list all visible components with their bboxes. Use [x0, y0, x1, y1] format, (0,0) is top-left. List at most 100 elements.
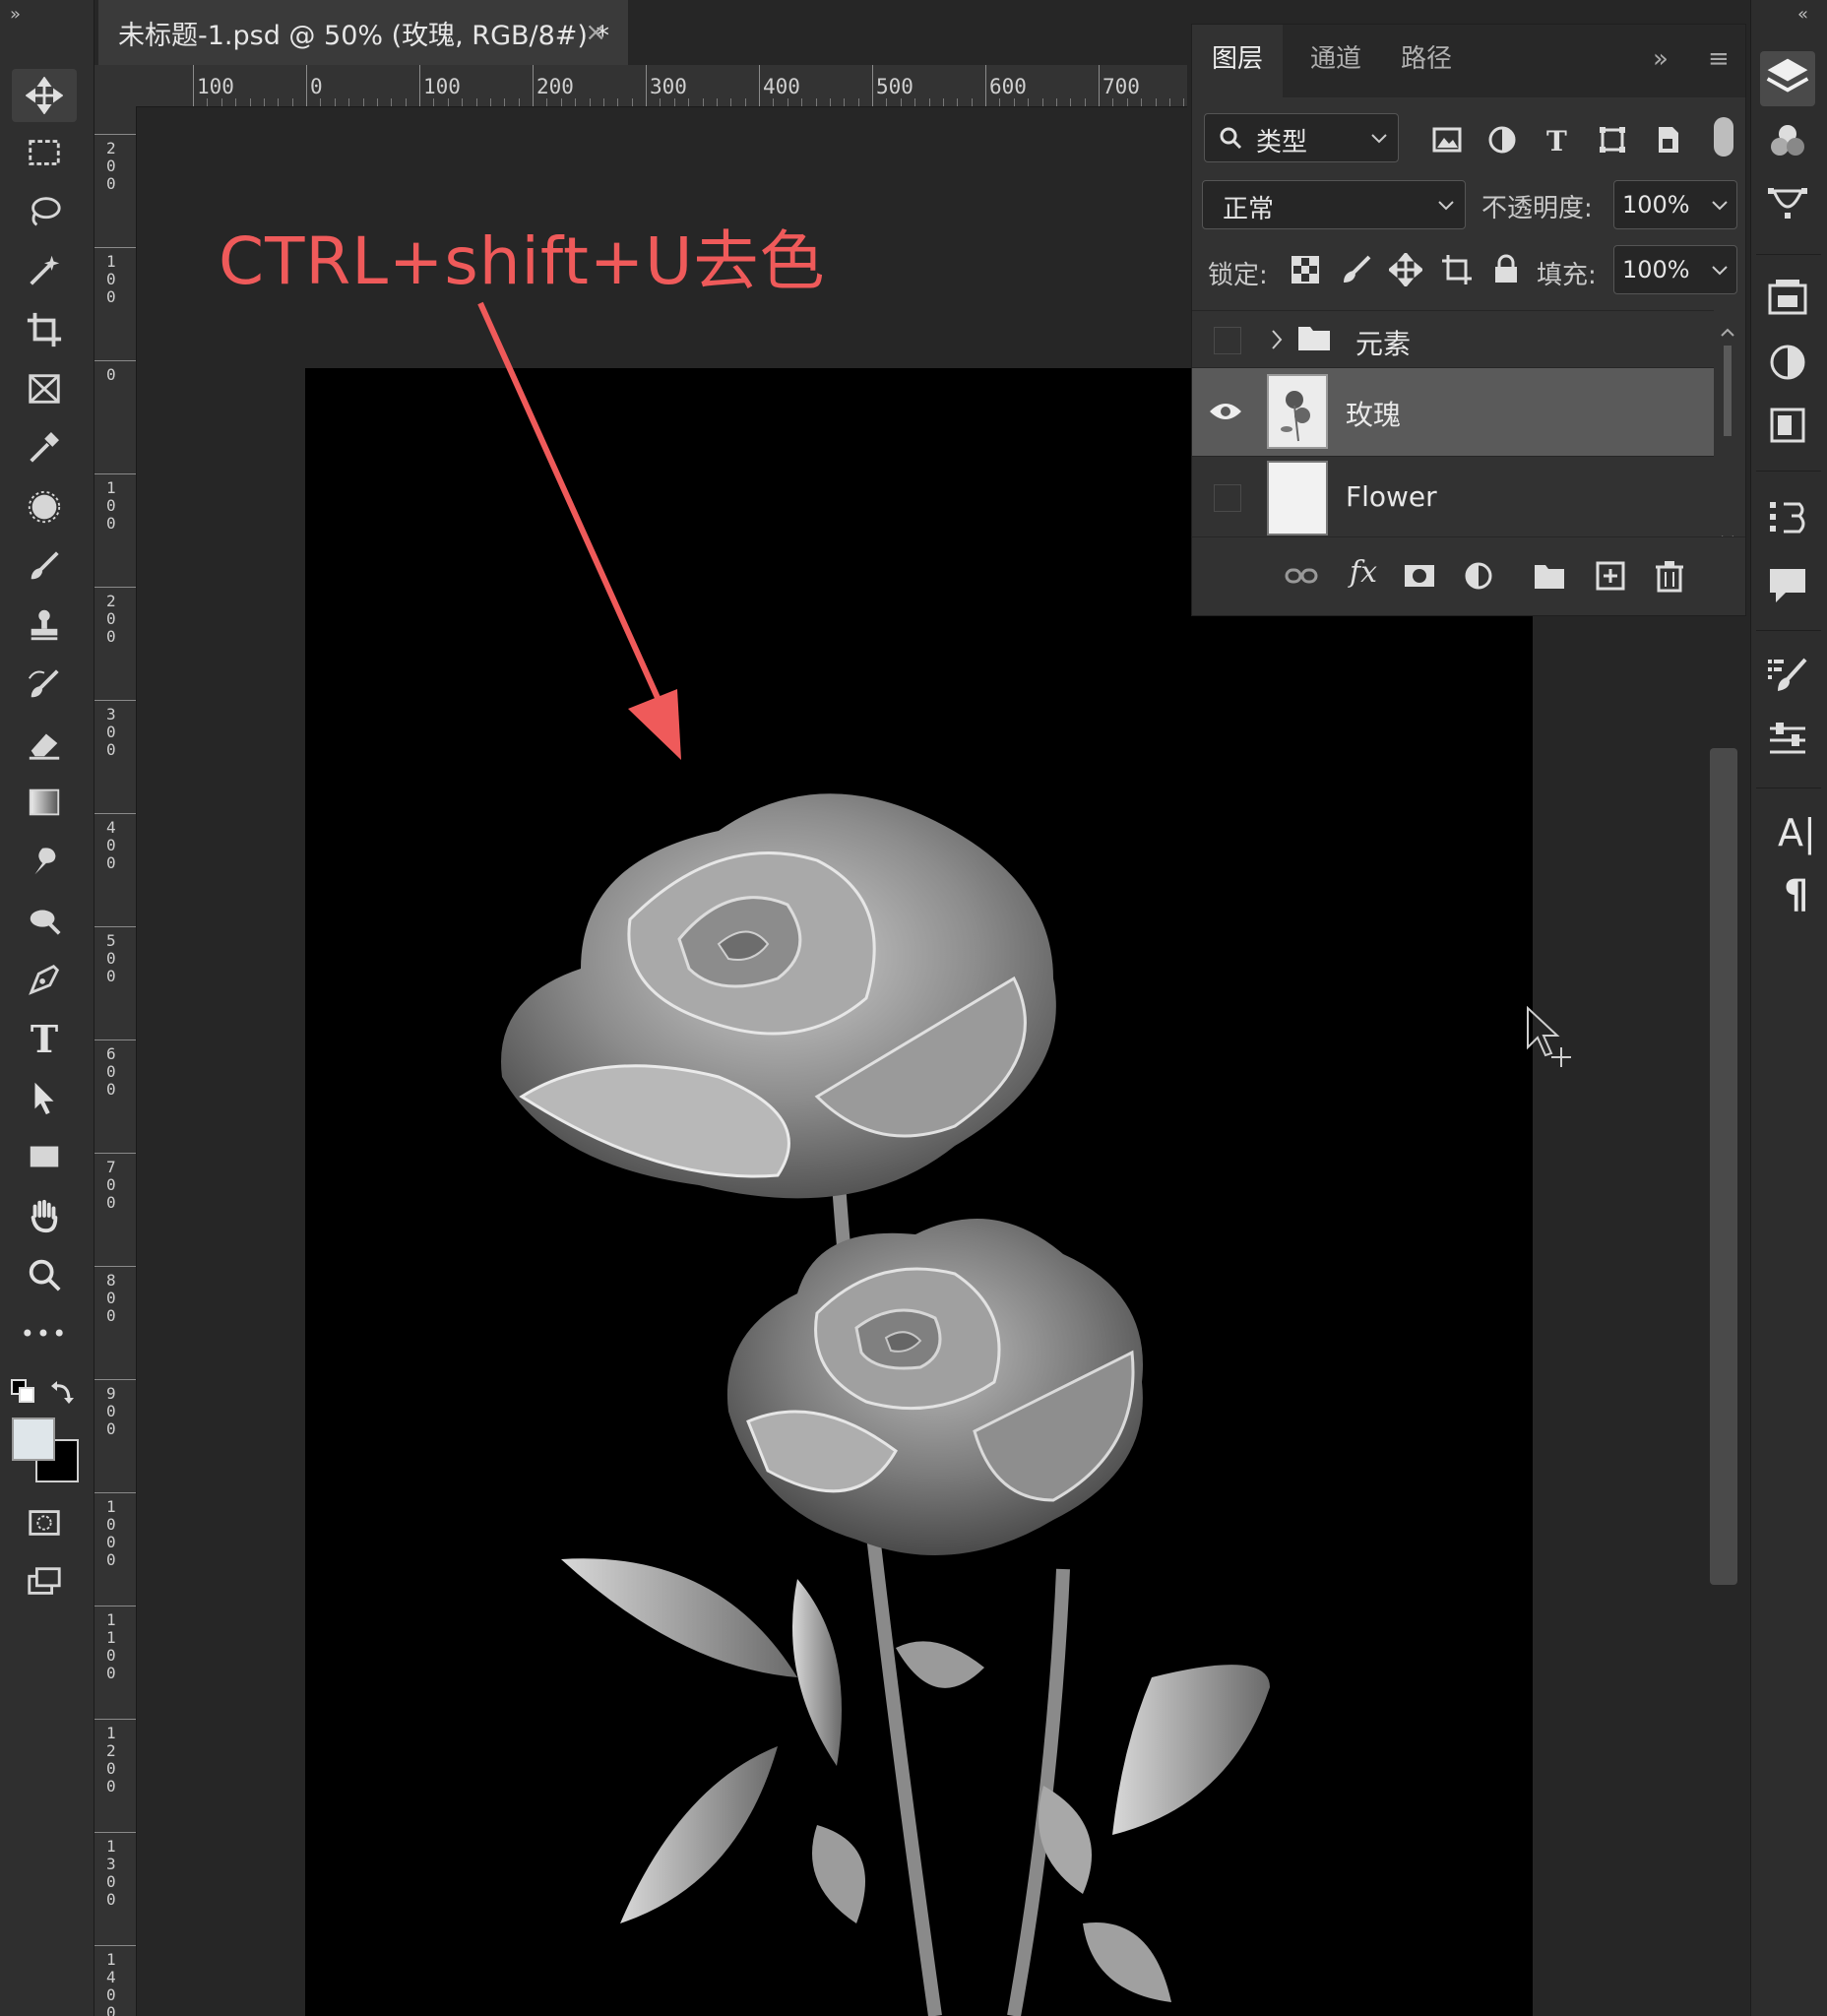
marquee-tool[interactable]	[12, 126, 77, 179]
lasso-tool[interactable]	[12, 185, 77, 238]
ruler-minor-tick	[660, 98, 662, 106]
ruler-label: 200	[106, 592, 116, 646]
eye-icon[interactable]	[1208, 400, 1243, 423]
layers-icon[interactable]	[1760, 51, 1815, 106]
filter-smart-object-icon[interactable]	[1651, 123, 1684, 157]
ruler-tick	[533, 65, 534, 106]
tab-paths[interactable]: 路径	[1385, 25, 1468, 97]
tab-channels[interactable]: 通道	[1294, 25, 1377, 97]
character-icon[interactable]: A|	[1778, 811, 1816, 854]
properties-icon[interactable]	[1766, 404, 1809, 447]
zoom-tool[interactable]	[12, 1248, 77, 1301]
ruler-label: 0	[310, 75, 323, 98]
brush-presets-icon[interactable]	[1766, 719, 1809, 762]
fx-icon[interactable]: fx	[1350, 555, 1377, 590]
visibility-toggle[interactable]	[1214, 484, 1241, 512]
ruler-label: 700	[1102, 75, 1140, 98]
chevron-right-icon[interactable]	[1269, 327, 1285, 352]
libraries-icon[interactable]	[1766, 276, 1809, 319]
history-icon[interactable]	[1766, 496, 1809, 539]
layer-filter-select[interactable]: 类型	[1204, 113, 1399, 162]
more-tools[interactable]: •••	[12, 1307, 77, 1360]
opacity-value: 100%	[1622, 191, 1690, 219]
vertical-ruler[interactable]: 200 100 0 100 200 300 400 500 600 700 800 900 1000 11…	[94, 106, 137, 2016]
foreground-color-swatch[interactable]	[12, 1418, 55, 1461]
crop-tool[interactable]	[12, 303, 77, 356]
canvas-vertical-scrollbar[interactable]	[1710, 748, 1737, 1585]
adjustments-icon[interactable]	[1766, 341, 1809, 384]
screen-mode-button[interactable]	[12, 1555, 77, 1608]
lock-transparency-icon[interactable]	[1289, 253, 1322, 286]
dock-collapse-button[interactable]: «	[1797, 4, 1808, 25]
new-group-icon[interactable]	[1533, 559, 1566, 593]
default-colors-button[interactable]	[10, 1378, 37, 1406]
filter-shape-icon[interactable]	[1596, 123, 1629, 157]
trash-icon[interactable]	[1653, 559, 1686, 593]
smudge-tool[interactable]	[12, 835, 77, 888]
layers-scrollbar[interactable]	[1718, 316, 1737, 556]
ruler-label: 1100	[106, 1610, 116, 1682]
comments-icon[interactable]	[1766, 563, 1809, 606]
swap-colors-button[interactable]	[49, 1378, 77, 1406]
ruler-minor-tick	[617, 98, 619, 106]
color-icon[interactable]	[1766, 120, 1809, 163]
panel-expand-button[interactable]: »	[1653, 44, 1669, 74]
ruler-minor-tick	[603, 98, 604, 106]
ruler-minor-tick	[207, 98, 209, 106]
new-layer-icon[interactable]	[1594, 559, 1627, 593]
add-mask-icon[interactable]	[1403, 559, 1436, 593]
gradient-tool[interactable]	[12, 776, 77, 829]
ruler-minor-tick	[744, 98, 746, 106]
brush-tool[interactable]	[12, 539, 77, 593]
paragraph-icon[interactable]: ¶	[1784, 872, 1808, 917]
lock-all-icon[interactable]	[1489, 253, 1523, 286]
eraser-tool[interactable]	[12, 717, 77, 770]
annotation-text: CTRL+shift+U去色	[219, 223, 826, 299]
filter-type-icon[interactable]: T	[1541, 123, 1574, 157]
adjustment-layer-icon[interactable]	[1462, 559, 1495, 593]
paths-icon[interactable]	[1766, 183, 1809, 226]
hand-tool[interactable]	[12, 1189, 77, 1242]
layer-row[interactable]: Flower	[1192, 456, 1714, 536]
close-icon[interactable]: ×	[585, 18, 606, 47]
frame-tool[interactable]	[12, 362, 77, 415]
clone-stamp-tool[interactable]	[12, 598, 77, 652]
filter-toggle[interactable]	[1714, 117, 1733, 157]
ruler-minor-tick	[688, 98, 690, 106]
ruler-minor-tick	[1028, 98, 1030, 106]
panel-menu-button[interactable]: ≡	[1708, 44, 1730, 74]
ruler-minor-tick	[490, 98, 491, 106]
layer-row-selected[interactable]: 玫瑰	[1192, 367, 1714, 456]
lock-pixels-brush-icon[interactable]	[1340, 253, 1373, 286]
folder-icon	[1298, 327, 1330, 350]
fill-field[interactable]: 100%	[1613, 245, 1737, 294]
dodge-tool[interactable]	[12, 894, 77, 947]
document-tab[interactable]: 未标题-1.psd @ 50% (玫瑰, RGB/8#) * ×	[98, 0, 628, 65]
rectangle-tool[interactable]	[12, 1130, 77, 1183]
ruler-minor-tick	[971, 98, 973, 106]
visibility-toggle[interactable]	[1214, 327, 1241, 354]
pen-tool[interactable]	[12, 953, 77, 1006]
horizontal-ruler[interactable]: 100 0 100 200 300 400 500 600 700	[94, 65, 1187, 107]
magic-wand-tool[interactable]	[12, 244, 77, 297]
lock-position-icon[interactable]	[1389, 253, 1422, 286]
eyedropper-tool[interactable]	[12, 421, 77, 474]
lock-artboard-icon[interactable]	[1440, 253, 1474, 286]
layer-row-group[interactable]: 元素	[1192, 310, 1714, 367]
ruler-minor-tick	[957, 98, 959, 106]
spot-healing-tool[interactable]	[12, 480, 77, 534]
tab-layers[interactable]: 图层	[1192, 25, 1283, 97]
path-selection-tool[interactable]	[12, 1071, 77, 1124]
quick-mask-button[interactable]	[12, 1496, 77, 1549]
opacity-field[interactable]: 100%	[1613, 180, 1737, 229]
link-layers-icon[interactable]	[1285, 559, 1318, 593]
stamp-icon	[31, 609, 58, 641]
filter-adjustment-icon[interactable]	[1485, 123, 1519, 157]
toolbar-collapse-button[interactable]: »	[10, 4, 21, 25]
blend-mode-select[interactable]: 正常	[1202, 180, 1466, 229]
brush-settings-icon[interactable]	[1766, 654, 1809, 697]
history-brush-tool[interactable]	[12, 658, 77, 711]
move-tool[interactable]	[12, 69, 77, 122]
type-tool[interactable]: T	[12, 1012, 77, 1065]
filter-pixel-icon[interactable]	[1430, 123, 1464, 157]
